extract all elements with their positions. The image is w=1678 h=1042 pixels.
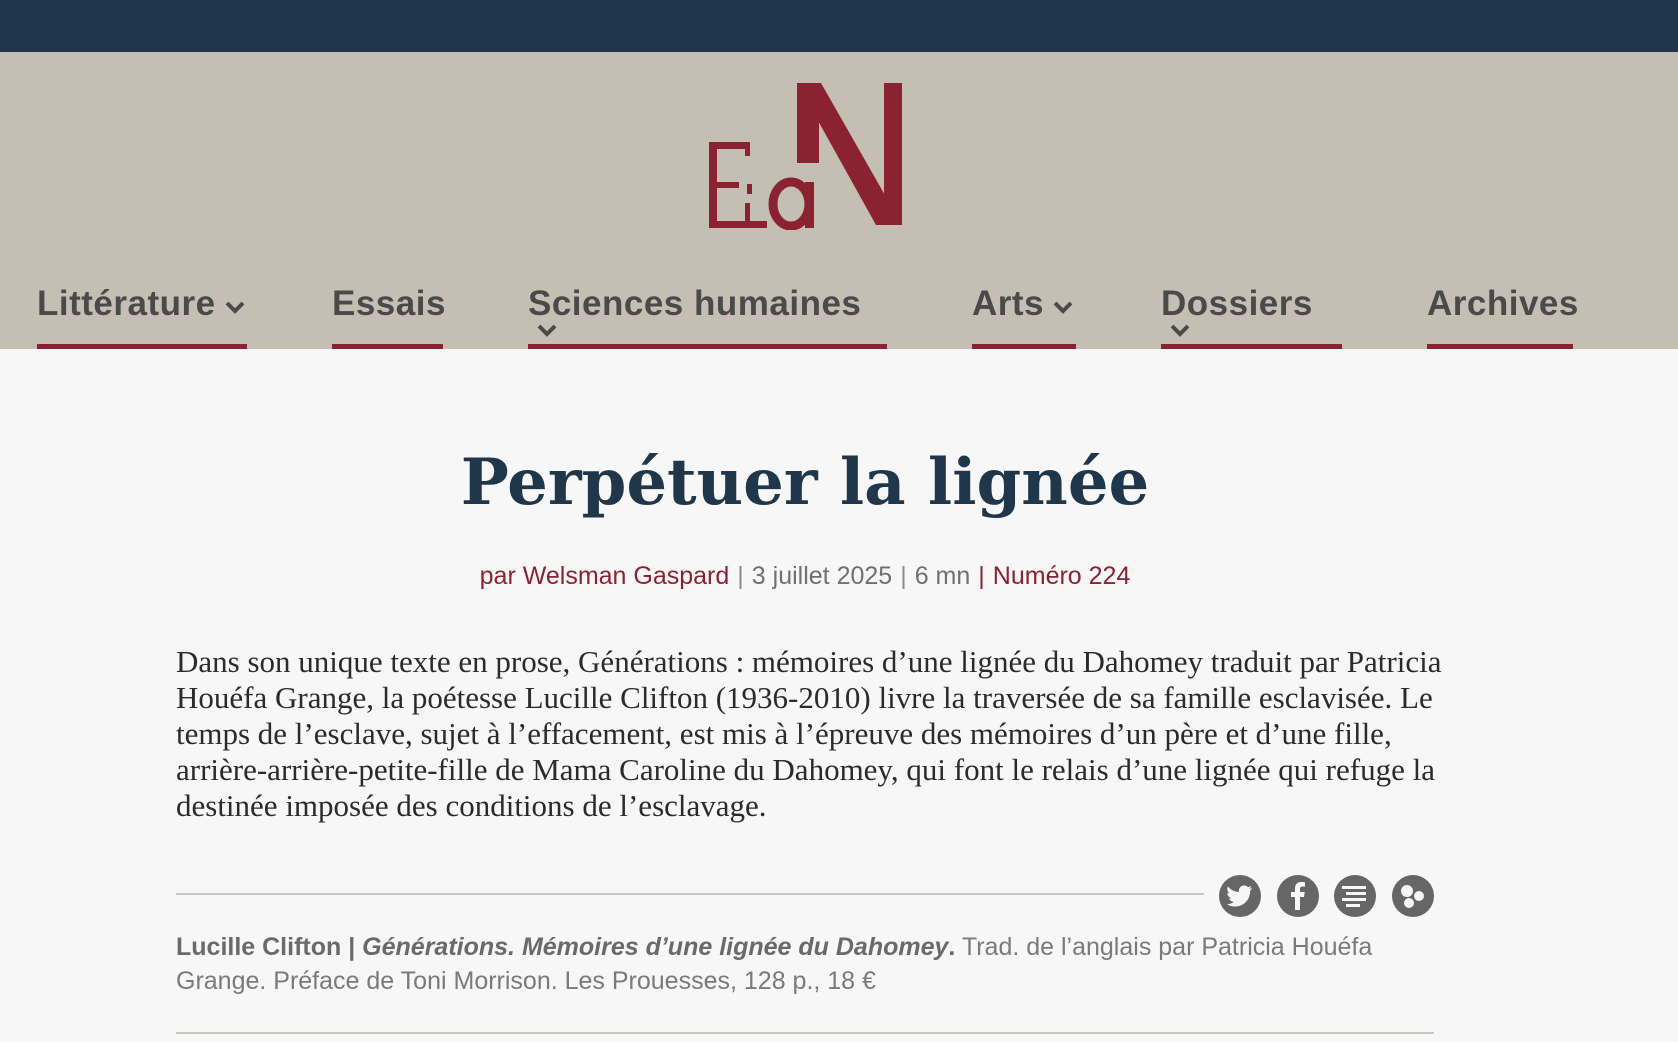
divider [176, 893, 1204, 895]
top-bar [0, 0, 1678, 52]
nav-item-dossiers[interactable]: Dossiers [1161, 283, 1342, 349]
nav-item-label: Archives [1427, 284, 1579, 323]
nav-item-essais[interactable]: Essais [332, 283, 446, 349]
nav-item-label: Sciences humaines [528, 284, 862, 323]
book-reference: Lucille Clifton | Générations. Mémoires … [176, 930, 1446, 998]
nav-underline [972, 344, 1076, 349]
share-button[interactable] [1392, 875, 1434, 917]
meta-separator: | [900, 562, 907, 590]
nav-item-arts[interactable]: Arts [972, 283, 1076, 349]
print-icon [1342, 885, 1368, 907]
nav-item-label: Dossiers [1161, 284, 1313, 323]
meta-separator: | [737, 562, 744, 590]
nav-item-litterature[interactable]: Littérature [37, 283, 247, 349]
author-link[interactable]: par Welsman Gaspard [480, 562, 730, 590]
nav-underline [528, 344, 887, 349]
article-title: Perpétuer la lignée [460, 445, 1150, 520]
chevron-down-icon [1052, 300, 1074, 319]
article-meta: par Welsman Gaspard | 3 juillet 2025 | 6 mn |… [0, 562, 1610, 591]
nav-underline [37, 344, 247, 349]
chevron-down-icon [536, 323, 558, 342]
site-header: Littérature Essais Sciences humaines Art… [0, 52, 1678, 349]
main-nav: Littérature Essais Sciences humaines Art… [0, 283, 1678, 349]
nav-item-sciences-humaines[interactable]: Sciences humaines [528, 283, 887, 349]
book-title: Générations. Mémoires d’une lignée du Da… [362, 933, 949, 961]
share-icon [1398, 881, 1428, 911]
divider [176, 1032, 1434, 1034]
nav-underline [1427, 344, 1573, 349]
nav-item-label: Arts [972, 284, 1045, 323]
twitter-share-button[interactable] [1219, 875, 1261, 917]
nav-underline [332, 344, 443, 349]
nav-item-archives[interactable]: Archives [1427, 283, 1578, 349]
reading-time: 6 mn [914, 562, 971, 590]
publish-date: 3 juillet 2025 [751, 562, 893, 590]
facebook-icon [1290, 882, 1306, 910]
article-lead: Dans son unique texte en prose, Générati… [176, 644, 1442, 823]
nav-item-label: Essais [332, 284, 446, 323]
print-button[interactable] [1334, 875, 1376, 917]
meta-separator: | [978, 562, 985, 590]
issue-link[interactable]: Numéro 224 [993, 562, 1131, 590]
nav-item-label: Littérature [37, 284, 216, 323]
nav-underline [1161, 344, 1342, 349]
chevron-down-icon [224, 300, 246, 319]
book-author: Lucille Clifton | [176, 933, 356, 961]
twitter-icon [1227, 885, 1253, 907]
site-logo[interactable] [705, 80, 905, 230]
facebook-share-button[interactable] [1277, 875, 1319, 917]
chevron-down-icon [1169, 323, 1191, 342]
